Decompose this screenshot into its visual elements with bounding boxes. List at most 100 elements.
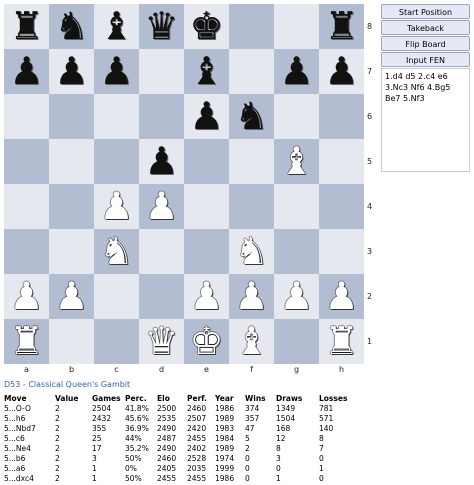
white-pawn-icon[interactable]: ♟ bbox=[324, 274, 358, 319]
white-king-icon[interactable]: ♚ bbox=[189, 319, 223, 364]
white-bishop-icon[interactable]: ♝ bbox=[234, 319, 268, 364]
square-f8[interactable] bbox=[229, 4, 274, 49]
move-cell[interactable]: 5...c6 bbox=[4, 433, 55, 443]
square-b3[interactable] bbox=[49, 229, 94, 274]
square-g4[interactable] bbox=[274, 184, 319, 229]
square-d6[interactable] bbox=[139, 94, 184, 139]
black-rook-icon[interactable]: ♜ bbox=[324, 4, 358, 49]
square-f7[interactable] bbox=[229, 49, 274, 94]
white-pawn-icon[interactable]: ♟ bbox=[279, 274, 313, 319]
white-queen-icon[interactable]: ♛ bbox=[144, 319, 178, 364]
white-knight-icon[interactable]: ♞ bbox=[234, 229, 268, 274]
square-d5[interactable]: ♟ bbox=[139, 139, 184, 184]
black-pawn-icon[interactable]: ♟ bbox=[54, 49, 88, 94]
square-e7[interactable]: ♝ bbox=[184, 49, 229, 94]
table-row[interactable]: 5...Ne4 2 17 35.2% 2490 2402 1989 2 8 7 bbox=[4, 443, 353, 453]
square-e2[interactable]: ♟ bbox=[184, 274, 229, 319]
square-e3[interactable] bbox=[184, 229, 229, 274]
white-pawn-icon[interactable]: ♟ bbox=[189, 274, 223, 319]
square-c7[interactable]: ♟ bbox=[94, 49, 139, 94]
square-h8[interactable]: ♜ bbox=[319, 4, 364, 49]
square-d7[interactable] bbox=[139, 49, 184, 94]
square-a1[interactable]: ♜ bbox=[4, 319, 49, 364]
square-a5[interactable] bbox=[4, 139, 49, 184]
square-a8[interactable]: ♜ bbox=[4, 4, 49, 49]
square-a2[interactable]: ♟ bbox=[4, 274, 49, 319]
move-cell[interactable]: 5...h6 bbox=[4, 413, 55, 423]
square-b2[interactable]: ♟ bbox=[49, 274, 94, 319]
square-e6[interactable]: ♟ bbox=[184, 94, 229, 139]
square-g5[interactable]: ♝ bbox=[274, 139, 319, 184]
flip-board-button[interactable]: Flip Board bbox=[381, 36, 470, 51]
square-b7[interactable]: ♟ bbox=[49, 49, 94, 94]
black-king-icon[interactable]: ♚ bbox=[189, 4, 223, 49]
square-d2[interactable] bbox=[139, 274, 184, 319]
black-pawn-icon[interactable]: ♟ bbox=[279, 49, 313, 94]
black-bishop-icon[interactable]: ♝ bbox=[99, 4, 133, 49]
square-h1[interactable]: ♜ bbox=[319, 319, 364, 364]
square-a7[interactable]: ♟ bbox=[4, 49, 49, 94]
white-knight-icon[interactable]: ♞ bbox=[99, 229, 133, 274]
table-row[interactable]: 5...b6 2 3 50% 2460 2528 1974 0 3 0 bbox=[4, 453, 353, 463]
start-position-button[interactable]: Start Position bbox=[381, 4, 470, 19]
black-pawn-icon[interactable]: ♟ bbox=[99, 49, 133, 94]
square-e4[interactable] bbox=[184, 184, 229, 229]
square-d1[interactable]: ♛ bbox=[139, 319, 184, 364]
black-rook-icon[interactable]: ♜ bbox=[9, 4, 43, 49]
table-row[interactable]: 5...c6 2 25 44% 2487 2455 1984 5 12 8 bbox=[4, 433, 353, 443]
move-cell[interactable]: 5...Ne4 bbox=[4, 443, 55, 453]
white-bishop-icon[interactable]: ♝ bbox=[279, 139, 313, 184]
black-pawn-icon[interactable]: ♟ bbox=[9, 49, 43, 94]
square-f6[interactable]: ♞ bbox=[229, 94, 274, 139]
move-cell[interactable]: 5...dxc4 bbox=[4, 473, 55, 483]
square-a6[interactable] bbox=[4, 94, 49, 139]
square-e5[interactable] bbox=[184, 139, 229, 184]
square-b8[interactable]: ♞ bbox=[49, 4, 94, 49]
square-c3[interactable]: ♞ bbox=[94, 229, 139, 274]
white-pawn-icon[interactable]: ♟ bbox=[9, 274, 43, 319]
square-h5[interactable] bbox=[319, 139, 364, 184]
square-c8[interactable]: ♝ bbox=[94, 4, 139, 49]
black-knight-icon[interactable]: ♞ bbox=[234, 94, 268, 139]
square-d3[interactable] bbox=[139, 229, 184, 274]
square-f3[interactable]: ♞ bbox=[229, 229, 274, 274]
square-g8[interactable] bbox=[274, 4, 319, 49]
square-g1[interactable] bbox=[274, 319, 319, 364]
white-pawn-icon[interactable]: ♟ bbox=[144, 184, 178, 229]
white-rook-icon[interactable]: ♜ bbox=[9, 319, 43, 364]
square-h6[interactable] bbox=[319, 94, 364, 139]
white-pawn-icon[interactable]: ♟ bbox=[234, 274, 268, 319]
move-cell[interactable]: 5...Nbd7 bbox=[4, 423, 55, 433]
square-e8[interactable]: ♚ bbox=[184, 4, 229, 49]
square-a3[interactable] bbox=[4, 229, 49, 274]
square-b4[interactable] bbox=[49, 184, 94, 229]
table-row[interactable]: 5...O-O 2 2504 41.8% 2500 2460 1986 374 1349 781 bbox=[4, 403, 353, 413]
square-h4[interactable] bbox=[319, 184, 364, 229]
square-g2[interactable]: ♟ bbox=[274, 274, 319, 319]
black-pawn-icon[interactable]: ♟ bbox=[144, 139, 178, 184]
black-knight-icon[interactable]: ♞ bbox=[54, 4, 88, 49]
black-bishop-icon[interactable]: ♝ bbox=[189, 49, 223, 94]
takeback-button[interactable]: Takeback bbox=[381, 20, 470, 35]
square-c4[interactable]: ♟ bbox=[94, 184, 139, 229]
square-f4[interactable] bbox=[229, 184, 274, 229]
square-b5[interactable] bbox=[49, 139, 94, 184]
white-pawn-icon[interactable]: ♟ bbox=[54, 274, 88, 319]
square-h3[interactable] bbox=[319, 229, 364, 274]
square-g3[interactable] bbox=[274, 229, 319, 274]
move-list[interactable]: 1.d4 d5 2.c4 e6 3.Nc3 Nf6 4.Bg5 Be7 5.Nf… bbox=[381, 68, 470, 172]
white-pawn-icon[interactable]: ♟ bbox=[99, 184, 133, 229]
square-f1[interactable]: ♝ bbox=[229, 319, 274, 364]
table-row[interactable]: 5...h6 2 2432 45.6% 2535 2507 1989 357 1504 571 bbox=[4, 413, 353, 423]
chess-board[interactable]: ♜ ♞ ♝ ♛ ♚ ♜ ♟ ♟ ♟ ♝ ♟ ♟ ♟ ♞ ♟ ♝ ♟ ♟ ♞ ♞ ♟ ♟ ♟ ♟ ♟ ♟ ♜ ♛ ♚ ♝ ♜ bbox=[4, 4, 364, 364]
black-pawn-icon[interactable]: ♟ bbox=[324, 49, 358, 94]
table-row[interactable]: 5...a6 2 1 0% 2405 2035 1999 0 0 1 bbox=[4, 463, 353, 473]
table-row[interactable]: 5...Nbd7 2 355 36.9% 2490 2420 1983 47 168 140 bbox=[4, 423, 353, 433]
square-h7[interactable]: ♟ bbox=[319, 49, 364, 94]
table-row[interactable]: 5...dxc4 2 1 50% 2455 2455 1986 0 1 0 bbox=[4, 473, 353, 483]
square-b6[interactable] bbox=[49, 94, 94, 139]
square-f5[interactable] bbox=[229, 139, 274, 184]
square-c6[interactable] bbox=[94, 94, 139, 139]
square-g6[interactable] bbox=[274, 94, 319, 139]
move-cell[interactable]: 5...b6 bbox=[4, 453, 55, 463]
